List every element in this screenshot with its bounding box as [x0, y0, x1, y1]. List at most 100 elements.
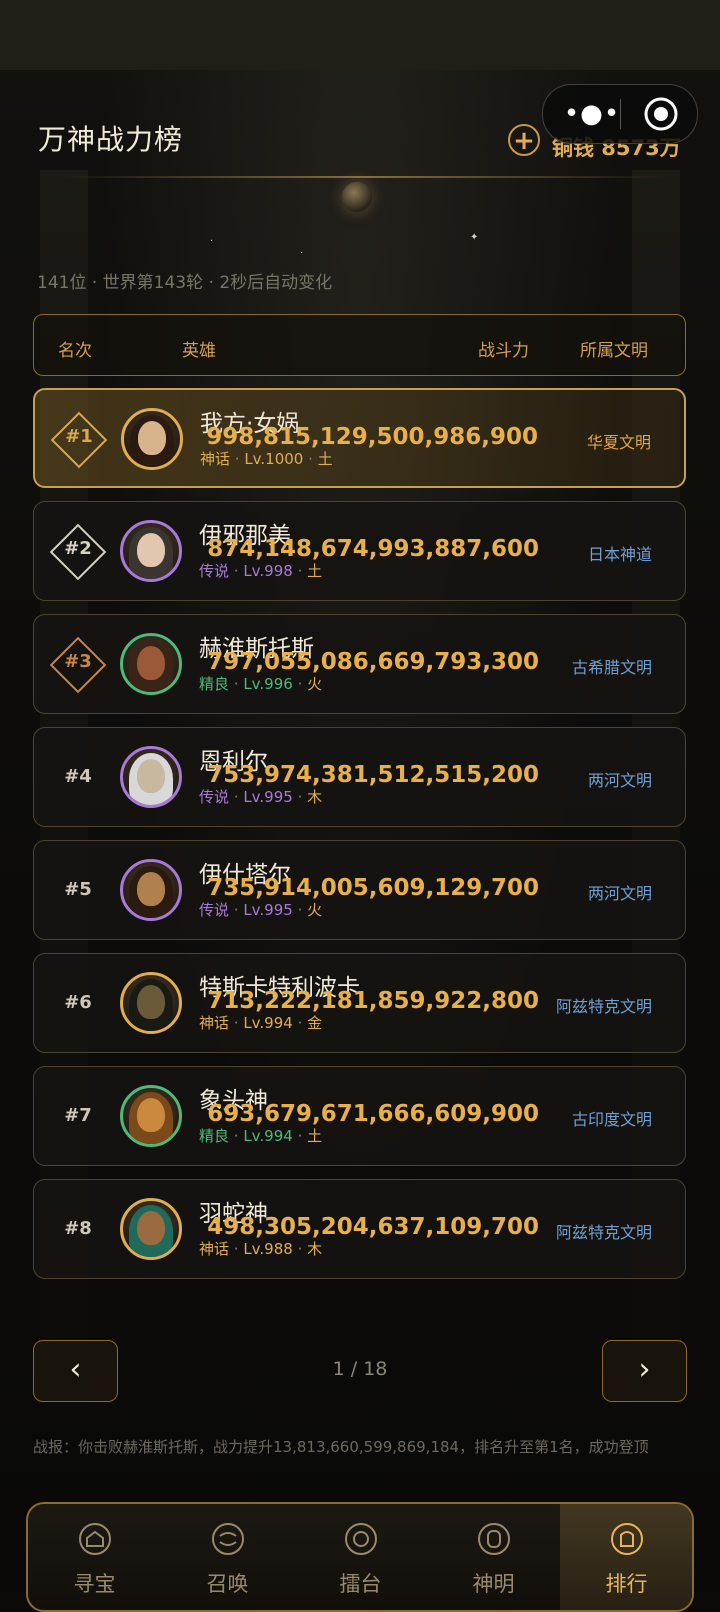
- hero-level: Lv.995: [243, 788, 293, 806]
- meta-separator: ·: [292, 1127, 308, 1145]
- hero-avatar[interactable]: [120, 859, 182, 921]
- avatar-face: [137, 985, 165, 1019]
- meta-separator: ·: [292, 1240, 308, 1258]
- meta-separator: ·: [229, 1014, 244, 1032]
- capsule-divider: [620, 99, 621, 129]
- hero-avatar[interactable]: [120, 520, 182, 582]
- ranking-row[interactable]: #2 伊邪那美 传说 · Lv.998 · 土 874,148,674,993,887…: [33, 501, 686, 601]
- hero-meta: 神话 · Lv.994 · 金: [199, 1012, 322, 1033]
- hero-power: 797,055,086,669,793,300: [207, 649, 539, 675]
- close-target-icon[interactable]: [643, 96, 679, 132]
- deity-icon: [478, 1523, 510, 1555]
- hero-rarity: 精良: [199, 1127, 230, 1145]
- meta-separator: ·: [229, 1240, 244, 1258]
- column-hero: 英雄: [182, 341, 216, 361]
- hero-element: 金: [307, 1014, 323, 1032]
- hero-element: 土: [317, 450, 333, 468]
- hero-civilization: 古印度文明: [571, 1110, 652, 1129]
- hero-avatar[interactable]: [120, 746, 182, 808]
- ranking-row[interactable]: #3 赫淮斯托斯 精良 · Lv.996 · 火 797,055,086,669,79…: [33, 614, 686, 714]
- hero-civilization: 两河文明: [587, 884, 652, 903]
- more-menu-button[interactable]: •●•: [563, 89, 621, 139]
- tab-ranking[interactable]: 排行: [560, 1504, 692, 1610]
- avatar-face: [137, 646, 165, 680]
- hero-level: Lv.994: [243, 1014, 293, 1032]
- rank-number: #1: [65, 426, 93, 447]
- meta-separator: ·: [292, 675, 308, 693]
- rank-number: #5: [64, 879, 92, 900]
- hero-civilization: 阿兹特克文明: [555, 997, 652, 1016]
- hero-meta: 传说 · Lv.995 · 木: [199, 786, 322, 807]
- hero-power: 713,222,181,859,922,800: [207, 988, 539, 1014]
- meta-separator: ·: [229, 562, 244, 580]
- status-bar: [0, 0, 720, 70]
- tab-summon[interactable]: 召唤: [161, 1504, 294, 1610]
- ranking-row[interactable]: #8 羽蛇神 神话 · Lv.988 · 木 498,305,204,637,109,…: [33, 1179, 686, 1279]
- hero-civilization: 阿兹特克文明: [555, 1223, 652, 1242]
- ranking-row[interactable]: #6 特斯卡特利波卡 神话 · Lv.994 · 金 713,222,181,859,…: [33, 953, 686, 1053]
- ranking-row[interactable]: #5 伊什塔尔 传说 · Lv.995 · 火 735,914,005,609,129…: [33, 840, 686, 940]
- hero-rarity: 传说: [199, 788, 230, 806]
- hero-meta: 神话 · Lv.988 · 木: [199, 1238, 322, 1259]
- next-page-button[interactable]: ›: [602, 1340, 687, 1402]
- summon-icon: [212, 1523, 244, 1555]
- tab-arena[interactable]: 擂台: [294, 1504, 427, 1610]
- hero-level: Lv.998: [243, 562, 293, 580]
- hero-avatar[interactable]: [120, 1085, 182, 1147]
- avatar-face: [137, 533, 165, 567]
- ranking-icon: [611, 1523, 643, 1555]
- hero-avatar[interactable]: [121, 408, 183, 470]
- hero-civilization: 两河文明: [587, 771, 652, 790]
- hero-meta: 精良 · Lv.996 · 火: [199, 673, 322, 694]
- hero-meta: 传说 · Lv.998 · 土: [199, 560, 322, 581]
- meta-separator: ·: [229, 1127, 244, 1145]
- hero-power: 498,305,204,637,109,700: [207, 1214, 539, 1240]
- meta-separator: ·: [230, 450, 245, 468]
- avatar-face: [138, 421, 166, 455]
- hero-element: 土: [307, 1127, 323, 1145]
- hero-element: 火: [307, 901, 323, 919]
- tab-treasure[interactable]: 寻宝: [28, 1504, 161, 1610]
- battle-report: 战报：你击败赫淮斯托斯，战力提升13,813,660,599,869,184，排…: [33, 1438, 649, 1456]
- meta-separator: ·: [292, 788, 308, 806]
- rank-number: #2: [64, 538, 92, 559]
- avatar-face: [137, 872, 165, 906]
- hero-element: 木: [307, 1240, 323, 1258]
- hero-rarity: 神话: [199, 1240, 230, 1258]
- ranking-row[interactable]: #4 恩利尔 传说 · Lv.995 · 木 753,974,381,512,515,…: [33, 727, 686, 827]
- tab-label: 擂台: [339, 1572, 382, 1596]
- hero-avatar[interactable]: [120, 633, 182, 695]
- hero-avatar[interactable]: [120, 1198, 182, 1260]
- rank-number: #7: [64, 1105, 92, 1126]
- hero-power: 998,815,129,500,986,900: [206, 424, 538, 450]
- tab-label: 排行: [605, 1572, 648, 1596]
- tab-deity[interactable]: 神明: [427, 1504, 560, 1610]
- hero-rarity: 神话: [200, 450, 231, 468]
- avatar-face: [137, 1211, 165, 1245]
- hero-rarity: 传说: [199, 562, 230, 580]
- meta-separator: ·: [229, 675, 244, 693]
- add-currency-button[interactable]: +: [508, 124, 540, 156]
- hero-rarity: 精良: [199, 675, 230, 693]
- page-indicator: 1 / 18: [332, 1358, 388, 1380]
- miniprogram-capsule: •●•: [542, 84, 698, 144]
- meta-separator: ·: [303, 450, 318, 468]
- hero-element: 火: [307, 675, 323, 693]
- star-decoration: ✦: [470, 232, 479, 243]
- table-header: 名次 英雄 战斗力 所属文明: [33, 314, 686, 376]
- ranking-row[interactable]: #7 象头神 精良 · Lv.994 · 土 693,679,671,666,609,…: [33, 1066, 686, 1166]
- prev-page-button[interactable]: ‹: [33, 1340, 118, 1402]
- hero-level: Lv.996: [243, 675, 293, 693]
- hero-civilization: 日本神道: [587, 545, 652, 564]
- hero-element: 土: [307, 562, 323, 580]
- hero-rarity: 传说: [199, 901, 230, 919]
- hero-avatar[interactable]: [120, 972, 182, 1034]
- rank-number: #6: [64, 992, 92, 1013]
- column-power: 战斗力: [478, 341, 529, 361]
- hero-power: 753,974,381,512,515,200: [207, 762, 539, 788]
- meta-separator: ·: [229, 901, 244, 919]
- ranking-row[interactable]: #1 我方·女娲 神话 · Lv.1000 · 土 998,815,129,500,9…: [33, 388, 686, 488]
- hero-level: Lv.994: [243, 1127, 293, 1145]
- hero-power: 735,914,005,609,129,700: [207, 875, 539, 901]
- rank-number: #8: [64, 1218, 92, 1239]
